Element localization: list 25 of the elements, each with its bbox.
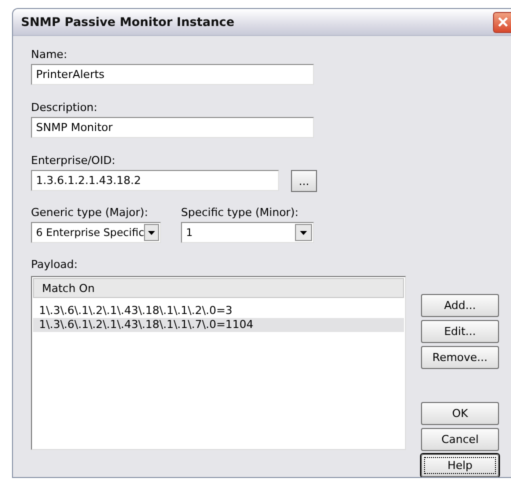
list-row[interactable]: 1\.3\.6\.1\.2\.1\.43\.18\.1\.1\.7\.0=1104 bbox=[33, 318, 404, 332]
action-button[interactable]: Remove... bbox=[421, 346, 499, 369]
dialog-button[interactable]: Help bbox=[421, 454, 499, 477]
dropdown-value: 1 bbox=[186, 226, 193, 238]
text-field[interactable]: PrinterAlerts bbox=[31, 64, 314, 85]
action-button[interactable]: Edit... bbox=[421, 320, 499, 343]
field-label: Enterprise/OID: bbox=[31, 154, 116, 167]
dropdown[interactable]: 6 Enterprise Specific bbox=[31, 222, 161, 243]
payload-list[interactable]: Match On 1\.3\.6\.1\.2\.1\.43\.18\.1\.1\.2\.0=3 1\.3\.6\.1\.2\.1\.43\.18\.1\.1\.7\.0=1104 bbox=[31, 276, 406, 450]
field-label: Specific type (Minor): bbox=[181, 206, 300, 219]
text-field[interactable]: SNMP Monitor bbox=[31, 117, 314, 138]
field-label: Description: bbox=[31, 101, 98, 114]
action-button[interactable]: Add... bbox=[421, 294, 499, 317]
dropdown-value: 6 Enterprise Specific bbox=[36, 226, 144, 238]
field-label: Payload: bbox=[31, 258, 79, 271]
field-label: Name: bbox=[31, 48, 68, 61]
column-header[interactable]: Match On bbox=[33, 278, 404, 298]
window-title: SNMP Passive Monitor Instance bbox=[21, 15, 234, 29]
browse-button[interactable]: ... bbox=[291, 170, 317, 192]
dialog-button[interactable]: OK bbox=[421, 402, 499, 425]
oid-field[interactable]: 1.3.6.1.2.1.43.18.2 bbox=[31, 170, 279, 191]
field-label: Generic type (Major): bbox=[31, 206, 150, 219]
dropdown[interactable]: 1 bbox=[181, 222, 314, 243]
list-row[interactable]: 1\.3\.6\.1\.2\.1\.43\.18\.1\.1\.2\.0=3 bbox=[33, 304, 404, 318]
dialog-button[interactable]: Cancel bbox=[421, 428, 499, 451]
